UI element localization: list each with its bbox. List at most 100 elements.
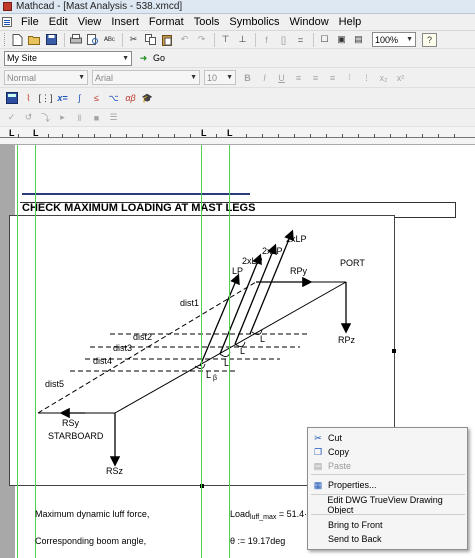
- align-right-icon[interactable]: ≡: [325, 71, 340, 85]
- insert-unit-icon[interactable]: []: [276, 33, 291, 47]
- font-size-value: 10: [207, 72, 218, 83]
- continue-icon[interactable]: ▸: [55, 111, 70, 125]
- document-icon[interactable]: [2, 17, 12, 27]
- mathcad-app-icon: [3, 2, 12, 11]
- menu-item-bring-to-front[interactable]: Bring to Front: [312, 519, 464, 531]
- trace-icon[interactable]: ☰: [106, 111, 121, 125]
- ruler-tab-stop[interactable]: L: [201, 128, 207, 138]
- new-icon[interactable]: [10, 33, 25, 47]
- go-button[interactable]: Go: [153, 53, 165, 63]
- evaluation-button[interactable]: x=: [55, 91, 70, 105]
- underline-button[interactable]: U: [274, 71, 289, 85]
- undo-icon[interactable]: ↶: [177, 33, 192, 47]
- align-left-icon[interactable]: ≡: [291, 71, 306, 85]
- luff-force-text[interactable]: Maximum dynamic luff force,: [35, 509, 149, 519]
- boom-angle-text[interactable]: Corresponding boom angle,: [35, 536, 146, 546]
- menu-item-paste[interactable]: ▤ Paste: [312, 460, 464, 472]
- menu-window[interactable]: Window: [285, 15, 334, 30]
- ruler[interactable]: L L L L: [0, 127, 475, 145]
- load-luff-formula[interactable]: Loadluff_max = 51.4·: [230, 509, 307, 521]
- menu-insert[interactable]: Insert: [106, 15, 144, 30]
- toolbar-separator: [64, 32, 65, 47]
- formatting-toolbar: Normal ▼ Arial ▼ 10 ▼ B I U ≡ ≡ ≡ ⁝ ⁞ x₂…: [0, 68, 475, 88]
- programming-icon[interactable]: ⌥: [106, 91, 121, 105]
- label-lbeta-4: L: [260, 334, 265, 344]
- greek-button[interactable]: αβ: [123, 91, 138, 105]
- properties-icon: ▦: [313, 479, 323, 490]
- menu-item-cut[interactable]: ✂ Cut: [312, 432, 464, 444]
- align-down-icon[interactable]: ⊥: [235, 33, 250, 47]
- menu-symbolics[interactable]: Symbolics: [224, 15, 284, 30]
- italic-button[interactable]: I: [257, 71, 272, 85]
- menu-item-copy[interactable]: ❐ Copy: [312, 446, 464, 458]
- calculate-icon[interactable]: =: [293, 33, 308, 47]
- step-icon[interactable]: ↺: [21, 111, 36, 125]
- print-icon[interactable]: [68, 33, 83, 47]
- align-top-icon[interactable]: ⊤: [218, 33, 233, 47]
- menu-file[interactable]: File: [16, 15, 44, 30]
- insert-component-icon[interactable]: ▣: [334, 33, 349, 47]
- print-preview-icon[interactable]: [85, 33, 100, 47]
- symbolic-icon[interactable]: 🎓: [140, 91, 155, 105]
- resize-handle[interactable]: [392, 349, 396, 353]
- ruler-tab-stop[interactable]: L: [33, 128, 39, 138]
- superscript-icon[interactable]: x²: [393, 71, 408, 85]
- menu-format[interactable]: Format: [144, 15, 189, 30]
- ruler-tab-stop[interactable]: L: [9, 128, 15, 138]
- matrix-icon[interactable]: [⋮]: [38, 91, 53, 105]
- insert-function-icon[interactable]: f: [259, 33, 274, 47]
- menu-view[interactable]: View: [73, 15, 107, 30]
- label-rsy: RSy: [62, 418, 80, 428]
- label-lbeta-1: L: [206, 370, 211, 380]
- stop-icon[interactable]: ■: [89, 111, 104, 125]
- resources-icon[interactable]: ▤: [351, 33, 366, 47]
- menu-item-send-to-back[interactable]: Send to Back: [312, 533, 464, 545]
- resources-toolbar: My Site ▼ ➜ Go: [0, 49, 475, 68]
- menu-separator: [311, 514, 465, 515]
- formula-load-name: Load: [230, 509, 251, 519]
- menu-tools[interactable]: Tools: [189, 15, 225, 30]
- font-combo[interactable]: Arial ▼: [92, 70, 200, 85]
- theta-formula[interactable]: θ := 19.17deg: [230, 536, 285, 546]
- label-beta: β: [213, 375, 217, 382]
- help-icon[interactable]: ?: [422, 32, 437, 47]
- redo-icon[interactable]: ↷: [194, 33, 209, 47]
- resources-combo[interactable]: My Site ▼: [4, 50, 132, 66]
- font-value: Arial: [95, 72, 114, 83]
- menu-separator: [311, 474, 465, 475]
- subscript-icon[interactable]: x₂: [376, 71, 391, 85]
- bullets-icon[interactable]: ⁝: [342, 71, 357, 85]
- paste-icon[interactable]: [160, 33, 175, 47]
- insert-hyperlink-icon[interactable]: ☐: [317, 33, 332, 47]
- step-into-icon[interactable]: ⤵: [38, 111, 53, 125]
- zoom-combo[interactable]: 100% ▼: [372, 32, 416, 47]
- numbering-icon[interactable]: ⁞: [359, 71, 374, 85]
- style-combo[interactable]: Normal ▼: [4, 70, 88, 85]
- graph-icon[interactable]: ⌇: [21, 91, 36, 105]
- menu-bar: File Edit View Insert Format Tools Symbo…: [0, 14, 475, 31]
- align-center-icon[interactable]: ≡: [308, 71, 323, 85]
- ruler-tab-stop[interactable]: L: [227, 128, 233, 138]
- spell-check-icon[interactable]: ᴬᴮᶜ: [102, 33, 117, 47]
- calculator-icon[interactable]: [4, 91, 19, 105]
- open-folder-icon[interactable]: [27, 33, 42, 47]
- menu-item-edit-dwg[interactable]: Edit DWG TrueView Drawing Object: [312, 495, 464, 515]
- toggle-debug-icon[interactable]: ✓: [4, 111, 19, 125]
- boolean-icon[interactable]: ≤: [89, 91, 104, 105]
- copy-icon[interactable]: [143, 33, 158, 47]
- font-size-combo[interactable]: 10 ▼: [204, 70, 236, 85]
- label-2xlp-c: 2xLP: [286, 234, 307, 244]
- toolbar-grip[interactable]: [4, 33, 7, 46]
- cut-icon[interactable]: ✂: [126, 33, 141, 47]
- calculus-icon[interactable]: ∫: [72, 91, 87, 105]
- bold-button[interactable]: B: [240, 71, 255, 85]
- pause-icon[interactable]: ‖: [72, 111, 87, 125]
- menu-help[interactable]: Help: [334, 15, 367, 30]
- menu-edit[interactable]: Edit: [44, 15, 73, 30]
- context-menu: ✂ Cut ❐ Copy ▤ Paste ▦ Properties... Edi…: [307, 427, 468, 550]
- chevron-down-icon: ▼: [190, 74, 197, 81]
- menu-item-properties[interactable]: ▦ Properties...: [312, 479, 464, 491]
- go-arrow-icon[interactable]: ➜: [136, 51, 151, 65]
- section-heading[interactable]: CHECK MAXIMUM LOADING AT MAST LEGS: [22, 202, 255, 214]
- save-icon[interactable]: [44, 33, 59, 47]
